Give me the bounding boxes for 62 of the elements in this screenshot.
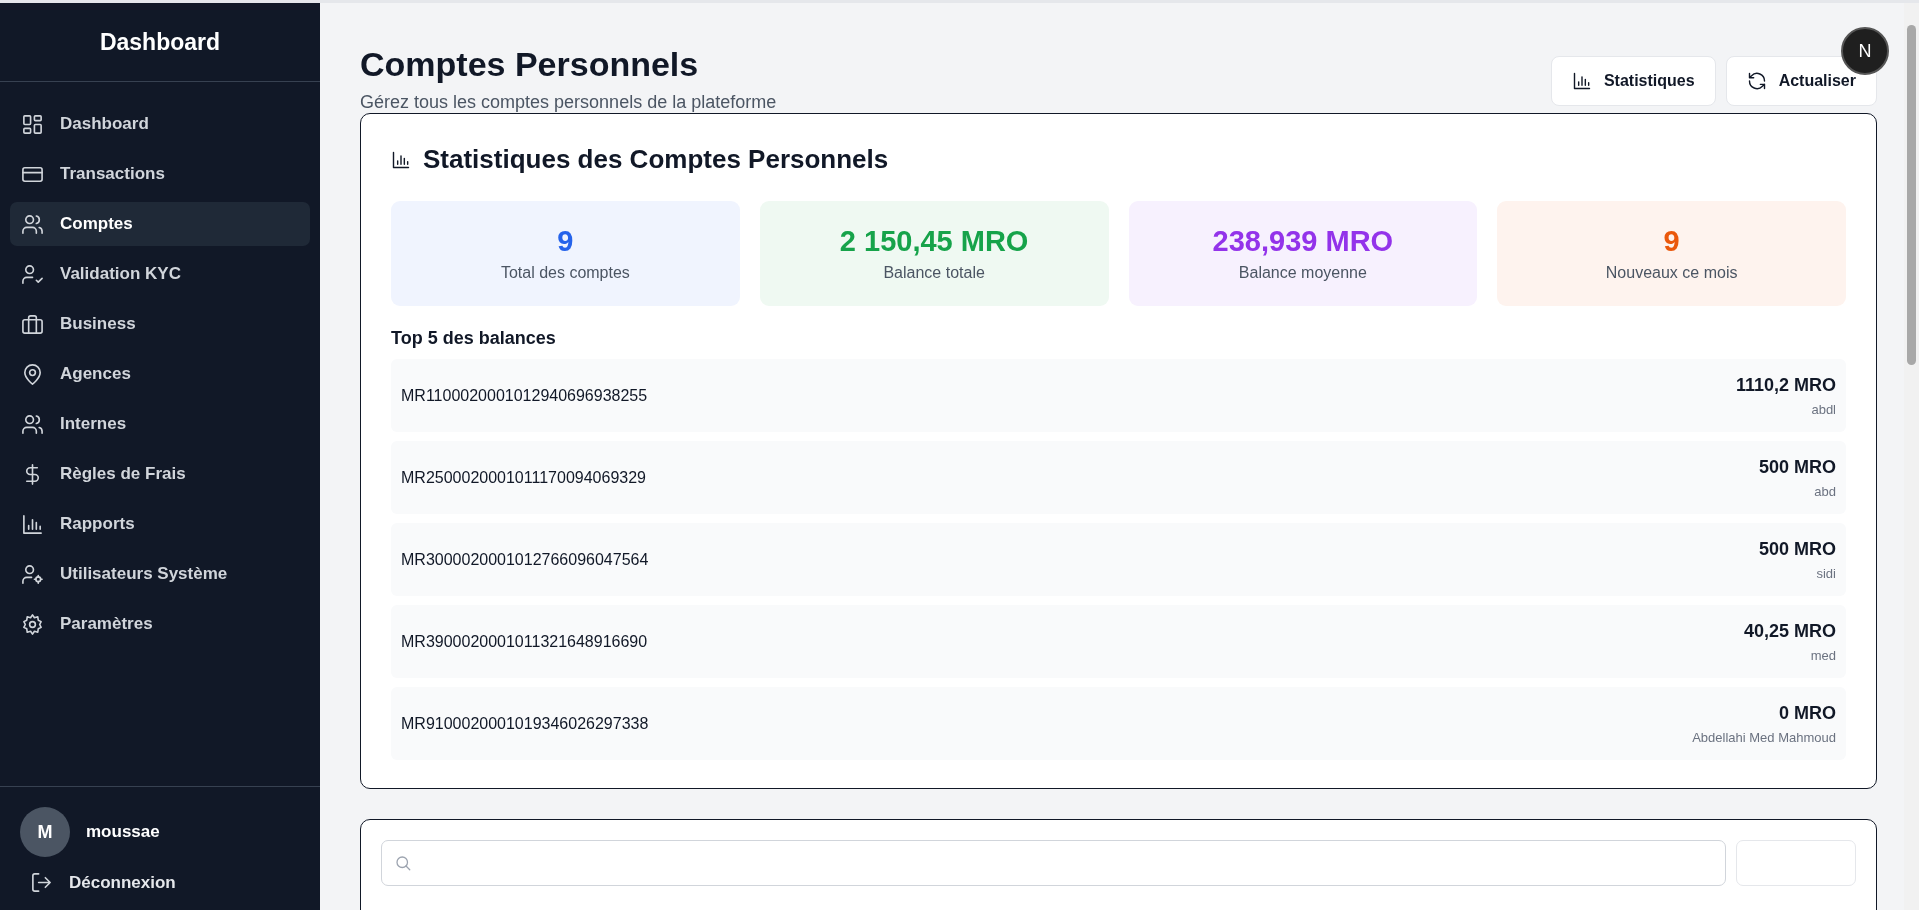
- stat-value: 238,939 MRO: [1212, 225, 1394, 258]
- users-icon: [21, 412, 44, 436]
- bar-chart-icon: [1571, 71, 1592, 91]
- balance-amount: 500 MRO: [1758, 456, 1836, 478]
- account-number: MR2500020001011170094069329: [401, 468, 646, 487]
- refresh-button[interactable]: Actualiser: [1725, 56, 1877, 106]
- scrollbar[interactable]: [1904, 3, 1919, 910]
- sidebar-item[interactable]: Dashboard: [10, 102, 310, 146]
- search-icon: [394, 854, 412, 872]
- user-gear-icon: [21, 562, 44, 586]
- section-title: Top 5 des balances: [391, 328, 557, 349]
- stat-value: 9: [557, 225, 574, 258]
- users-icon: [21, 212, 44, 236]
- page-title: Comptes Personnels: [360, 45, 700, 84]
- stat-value: 2 150,45 MRO: [839, 225, 1029, 258]
- stat-label: Total des comptes: [500, 264, 630, 282]
- logout-icon: [30, 871, 53, 894]
- logout-link[interactable]: Déconnexion: [20, 871, 300, 894]
- briefcase-icon: [21, 312, 44, 336]
- balance-amount: 1110,2 MRO: [1735, 374, 1836, 396]
- pin-icon: [21, 362, 44, 386]
- stat-label: Balance totale: [883, 264, 985, 282]
- sidebar-item[interactable]: Internes: [10, 402, 310, 446]
- stat-label: Nouveaux ce mois: [1605, 264, 1738, 282]
- page-subtitle: Gérez tous les comptes personnels de la plateforme: [360, 92, 777, 113]
- owner-name: sidi: [1816, 565, 1836, 581]
- account-number: MR1100020001012940696938255: [401, 386, 648, 405]
- owner-name: med: [1810, 647, 1836, 663]
- settings-icon: [21, 612, 44, 636]
- user-avatar[interactable]: N: [1841, 27, 1889, 75]
- account-number: MR3000020001012766096047564: [401, 550, 649, 569]
- sidebar-item[interactable]: Rapports: [10, 502, 310, 546]
- user-name: moussae: [86, 822, 160, 842]
- sidebar-item[interactable]: Règles de Frais: [10, 452, 310, 496]
- balance-amount: 0 MRO: [1779, 702, 1836, 724]
- owner-name: abd: [1814, 483, 1836, 499]
- sidebar-item[interactable]: Validation KYC: [10, 252, 310, 296]
- stat-label: Balance moyenne: [1238, 264, 1367, 282]
- sidebar-item[interactable]: Comptes: [10, 202, 310, 246]
- user-check-icon: [21, 262, 44, 286]
- sidebar-item[interactable]: Business: [10, 302, 310, 346]
- balance-amount: 40,25 MRO: [1743, 620, 1836, 642]
- sidebar-title: Dashboard: [99, 28, 221, 56]
- card-title: Statistiques des Comptes Personnels: [423, 144, 889, 175]
- user-avatar: M: [20, 807, 70, 857]
- sidebar-item[interactable]: Paramètres: [10, 602, 310, 646]
- owner-name: Abdellahi Med Mahmoud: [1692, 729, 1836, 745]
- sidebar-item[interactable]: Utilisateurs Système: [10, 552, 310, 596]
- filter-button[interactable]: [1736, 840, 1856, 886]
- balance-amount: 500 MRO: [1758, 538, 1836, 560]
- grid-icon: [21, 112, 44, 136]
- owner-name: abdl: [1811, 401, 1836, 417]
- account-number: MR9100020001019346026297338: [401, 714, 649, 733]
- bar-chart-icon: [391, 149, 411, 170]
- sidebar-item[interactable]: Agences: [10, 352, 310, 396]
- statistics-button[interactable]: Statistiques: [1550, 56, 1716, 106]
- bar-chart-icon: [21, 512, 44, 536]
- search-field[interactable]: [381, 840, 1726, 886]
- stat-value: 9: [1663, 225, 1680, 258]
- account-number: MR3900020001011321648916690: [401, 632, 648, 651]
- sidebar-item[interactable]: Transactions: [10, 152, 310, 196]
- refresh-icon: [1746, 71, 1767, 91]
